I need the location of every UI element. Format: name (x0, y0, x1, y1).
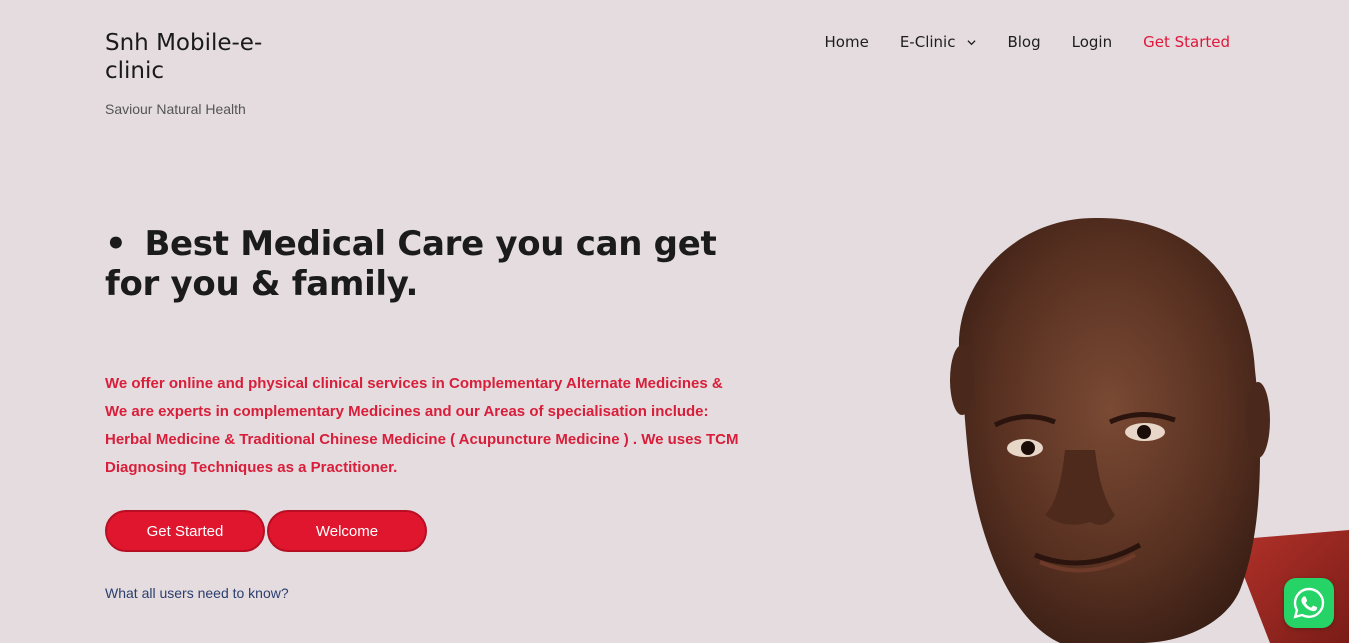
chevron-down-icon (967, 39, 977, 45)
nav-item-label: Blog (1007, 33, 1041, 51)
welcome-button[interactable]: Welcome (267, 510, 427, 552)
nav-item-label: E-Clinic (899, 33, 956, 51)
nav-item-label: Login (1071, 33, 1113, 51)
users-info-link[interactable]: What all users need to know? (105, 585, 289, 601)
nav-item-blog[interactable]: Blog (1007, 33, 1040, 51)
hero-description: We offer online and physical clinical se… (105, 375, 739, 476)
site-title[interactable]: Snh Mobile-e-clinic (105, 29, 305, 85)
whatsapp-icon (1293, 587, 1325, 619)
whatsapp-button[interactable] (1284, 578, 1334, 628)
hero-title: • Best Medical Care you can get for you &… (105, 224, 765, 304)
doctor-portrait-image (950, 217, 1349, 643)
nav-item-label: Get Started (1143, 33, 1230, 51)
bullet-icon: • (105, 224, 127, 264)
nav-item-login[interactable]: Login (1072, 33, 1112, 51)
get-started-button[interactable]: Get Started (105, 510, 265, 552)
site-tagline: Saviour Natural Health (105, 101, 246, 117)
nav-item-home[interactable]: Home (825, 33, 869, 51)
nav-item-label: Home (824, 33, 869, 51)
nav-item-e-clinic[interactable]: E-Clinic (900, 33, 977, 51)
nav-item-get-started[interactable]: Get Started (1143, 33, 1230, 51)
brand: Snh Mobile-e-clinic Saviour Natural Heal… (105, 29, 305, 117)
hero-title-text: Best Medical Care you can get for you & … (105, 224, 717, 304)
hero-buttons: Get Started Welcome (105, 510, 427, 552)
main-nav: Home E-Clinic Blog Login Get Started (794, 33, 1230, 51)
